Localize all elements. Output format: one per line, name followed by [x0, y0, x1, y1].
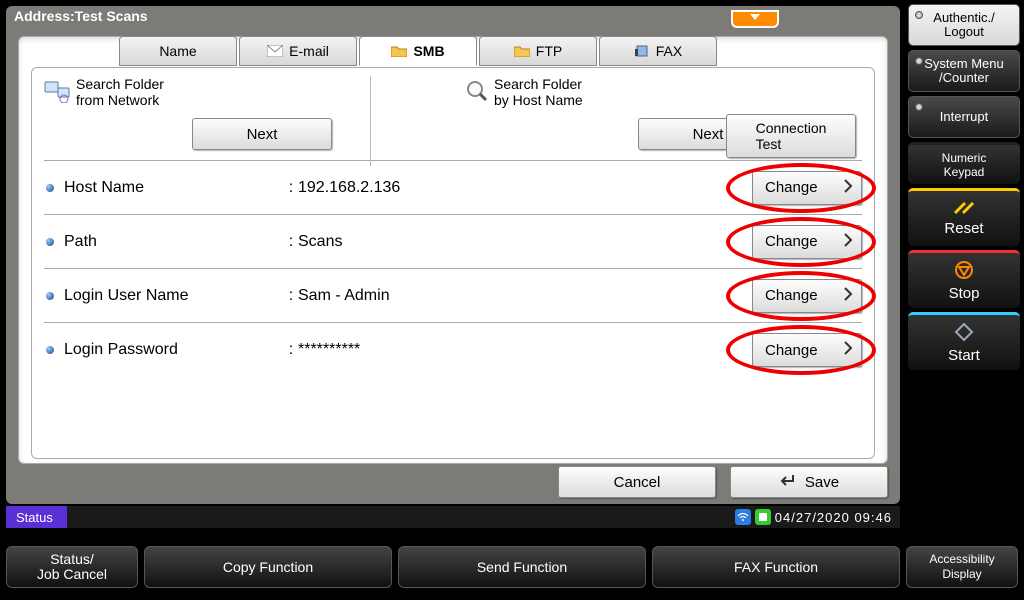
status-job-cancel-button[interactable]: Status/ Job Cancel: [6, 546, 138, 588]
status-label[interactable]: Status: [6, 506, 67, 528]
chevron-right-icon: [844, 341, 853, 359]
chevron-right-icon: [844, 287, 853, 305]
wifi-icon: [735, 509, 751, 525]
change-button[interactable]: Change: [752, 279, 862, 313]
folder-icon: [514, 44, 530, 58]
change-button[interactable]: Change: [752, 225, 862, 259]
cancel-button[interactable]: Cancel: [558, 466, 716, 498]
stop-icon: [954, 260, 974, 284]
field-label: Login User Name: [64, 287, 284, 305]
chevron-right-icon: [844, 233, 853, 251]
change-button[interactable]: Change: [752, 333, 862, 367]
memory-icon: [755, 509, 771, 525]
next-button-network[interactable]: Next: [192, 118, 332, 150]
bullet-icon: [46, 292, 54, 300]
enter-icon: [779, 473, 795, 491]
fax-function-button[interactable]: FAX Function: [652, 546, 900, 588]
fax-icon: [634, 44, 650, 58]
numeric-keypad-button[interactable]: Numeric Keypad: [908, 142, 1020, 184]
send-function-button[interactable]: Send Function: [398, 546, 646, 588]
field-value: **********: [298, 341, 752, 359]
tab-name[interactable]: Name: [119, 36, 237, 66]
folder-icon: [391, 44, 407, 58]
auth-logout-button[interactable]: Authentic./ Logout: [908, 4, 1020, 46]
magnifier-icon: [466, 80, 488, 105]
reset-icon: [953, 201, 975, 219]
field-value: Scans: [298, 233, 752, 251]
bullet-icon: [46, 346, 54, 354]
field-value: Sam - Admin: [298, 287, 752, 305]
envelope-icon: [267, 44, 283, 58]
dropdown-handle[interactable]: [731, 10, 779, 28]
stop-button[interactable]: Stop: [908, 250, 1020, 308]
interrupt-button[interactable]: Interrupt: [908, 96, 1020, 138]
row-host-name: Host Name : 192.168.2.136 Change: [44, 161, 862, 215]
row-login-password: Login Password : ********** Change: [44, 323, 862, 377]
copy-function-button[interactable]: Copy Function: [144, 546, 392, 588]
reset-button[interactable]: Reset: [908, 188, 1020, 246]
field-label: Host Name: [64, 179, 284, 197]
chevron-right-icon: [844, 179, 853, 197]
tab-email[interactable]: E-mail: [239, 36, 357, 66]
bullet-icon: [46, 238, 54, 246]
search-folder-network-label: Search Folder from Network: [76, 76, 164, 108]
tab-fax[interactable]: FAX: [599, 36, 717, 66]
start-button[interactable]: Start: [908, 312, 1020, 370]
row-path: Path : Scans Change: [44, 215, 862, 269]
connection-test-button[interactable]: Connection Test: [726, 114, 856, 158]
system-menu-button[interactable]: System Menu /Counter: [908, 50, 1020, 92]
tab-ftp[interactable]: FTP: [479, 36, 597, 66]
field-label: Path: [64, 233, 284, 251]
row-login-user: Login User Name : Sam - Admin Change: [44, 269, 862, 323]
start-icon: [954, 322, 974, 346]
change-button[interactable]: Change: [752, 171, 862, 205]
save-button[interactable]: Save: [730, 466, 888, 498]
tab-smb[interactable]: SMB: [359, 36, 477, 66]
accessibility-display-button[interactable]: Accessibility Display: [906, 546, 1018, 588]
search-folder-host-label: Search Folder by Host Name: [494, 76, 583, 108]
field-label: Login Password: [64, 341, 284, 359]
datetime-label: 04/27/2020 09:46: [775, 510, 892, 525]
field-value: 192.168.2.136: [298, 179, 752, 197]
network-icon: [44, 79, 70, 106]
bullet-icon: [46, 184, 54, 192]
